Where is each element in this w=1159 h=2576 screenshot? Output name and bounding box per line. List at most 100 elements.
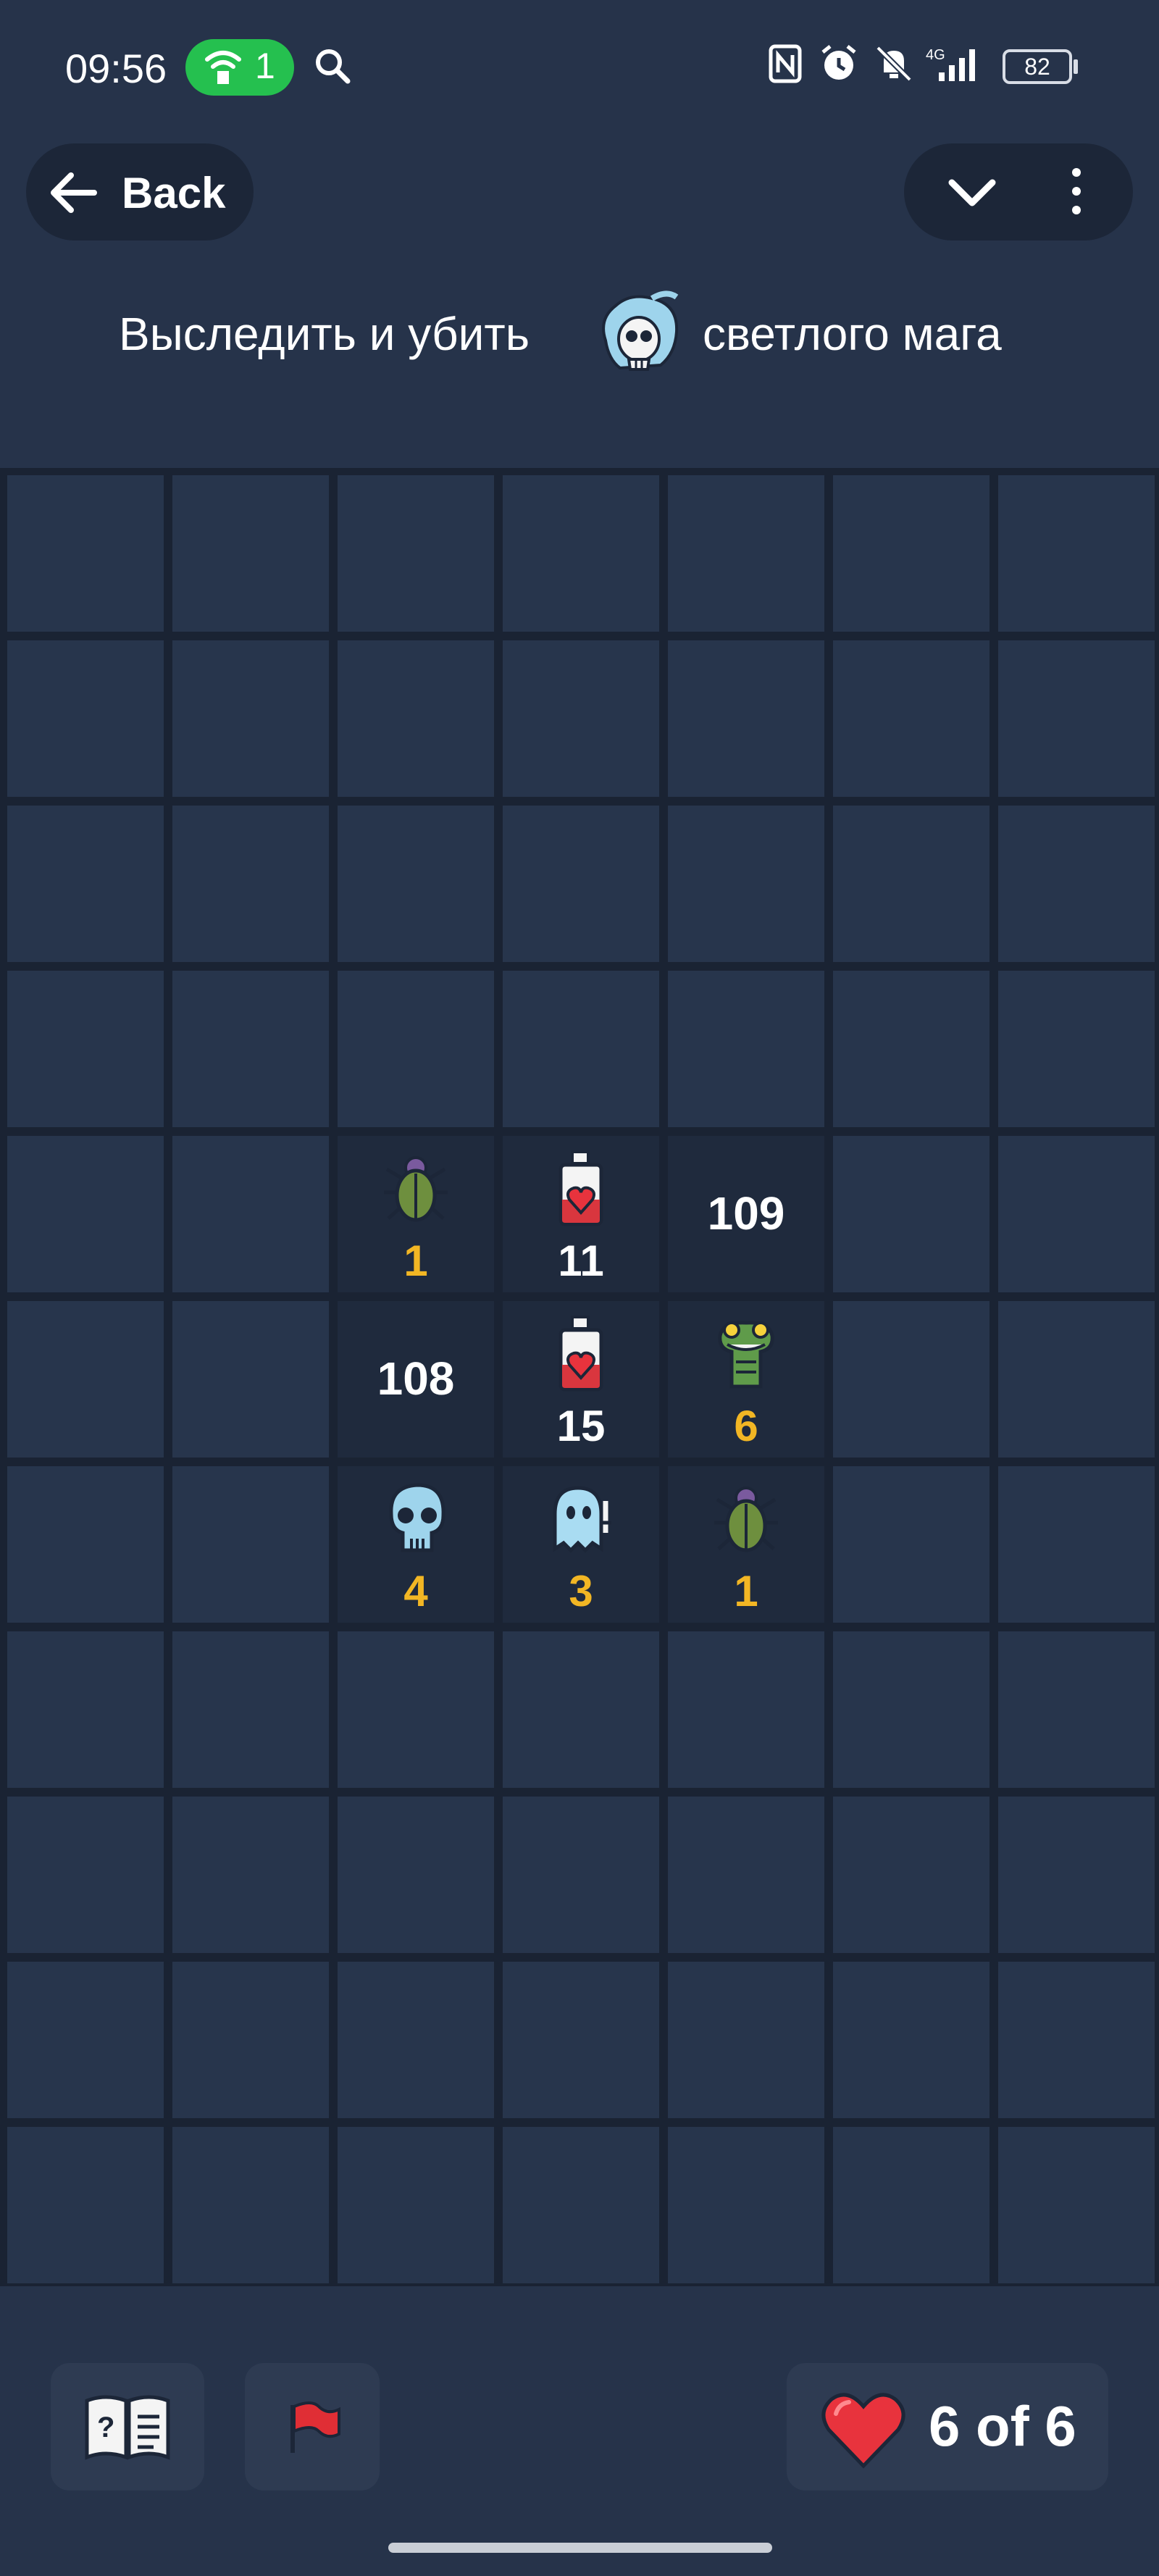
board-cell[interactable]: 3 [503,1466,659,1623]
more-options-icon[interactable] [1062,165,1091,219]
cell-value: 1 [403,1237,428,1285]
hotspot-icon [205,51,241,84]
board-cell[interactable] [833,1466,989,1623]
board-cell[interactable] [172,971,329,1127]
board-cell[interactable] [668,475,824,632]
board-cell[interactable] [503,971,659,1127]
board-cell[interactable] [172,640,329,797]
board-cell[interactable] [338,2127,494,2283]
board-cell[interactable] [7,1136,164,1292]
board-cell[interactable] [172,475,329,632]
board-cell[interactable] [998,2127,1155,2283]
rulebook-icon: ? [85,2395,170,2460]
board-cell[interactable] [833,640,989,797]
board-cell[interactable] [172,1962,329,2118]
board-cell[interactable] [503,1962,659,2118]
board-cell[interactable] [7,1301,164,1458]
board-cell[interactable] [998,1301,1155,1458]
board-cell[interactable] [668,2127,824,2283]
cell-value: 6 [734,1402,758,1450]
board-cell[interactable]: 1 [338,1136,494,1292]
menu-pill [904,143,1133,241]
mute-icon [876,46,912,82]
board-cell[interactable] [998,971,1155,1127]
board-cell[interactable] [338,475,494,632]
hotspot-badge: 1 [185,39,294,96]
board-cell[interactable] [7,1631,164,1788]
board-cell[interactable] [668,1962,824,2118]
board-cell[interactable] [668,640,824,797]
board-cell[interactable] [668,806,824,962]
board-cell[interactable] [998,640,1155,797]
board-cell[interactable] [833,971,989,1127]
battery-level: 82 [1024,54,1050,80]
board-cell[interactable] [833,475,989,632]
board-cell[interactable]: 6 [668,1301,824,1458]
board-cell[interactable] [998,1136,1155,1292]
board-cell[interactable] [503,2127,659,2283]
board-cell[interactable] [338,806,494,962]
board-cell[interactable]: 1 [668,1466,824,1623]
board-cell[interactable] [998,1962,1155,2118]
flag-button[interactable] [245,2363,380,2491]
board-cell[interactable] [998,1631,1155,1788]
board-cell[interactable] [503,1631,659,1788]
board-cell[interactable] [7,1962,164,2118]
board-cell[interactable] [668,1797,824,1953]
board-cell[interactable] [338,1797,494,1953]
board-cell[interactable]: 4 [338,1466,494,1623]
board-cell[interactable] [172,1136,329,1292]
board-cell[interactable] [172,806,329,962]
board-cell[interactable] [7,640,164,797]
board-cell[interactable] [172,1466,329,1623]
board-cell[interactable] [833,1962,989,2118]
chevron-down-icon[interactable] [946,174,998,212]
board-cell[interactable] [172,2127,329,2283]
board-cell[interactable] [503,806,659,962]
skull-icon [380,1479,452,1559]
board-cell[interactable]: 109 [668,1136,824,1292]
board-cell[interactable] [998,1466,1155,1623]
board-cell[interactable] [668,1631,824,1788]
back-label: Back [122,169,226,217]
board-cell[interactable] [833,2127,989,2283]
board-cell[interactable] [7,1466,164,1623]
board-cell[interactable] [833,806,989,962]
board-cell[interactable] [7,475,164,632]
board-cell[interactable] [833,1301,989,1458]
signal-icon: 4G [926,47,975,81]
cell-value: 3 [569,1567,593,1615]
health-potion-icon [545,1149,617,1229]
board-cell[interactable] [172,1631,329,1788]
health-potion-icon [545,1314,617,1394]
board-cell[interactable] [338,971,494,1127]
board-cell[interactable] [833,1631,989,1788]
board-cell[interactable]: 108 [338,1301,494,1458]
board-cell[interactable] [668,971,824,1127]
board-cell[interactable] [503,475,659,632]
board-cell[interactable] [833,1136,989,1292]
board-cell[interactable] [338,640,494,797]
board-cell[interactable] [7,971,164,1127]
board-cell[interactable] [998,1797,1155,1953]
board-cell[interactable] [172,1797,329,1953]
rulebook-button[interactable]: ? [51,2363,204,2491]
lizard-icon [710,1314,782,1394]
board-cell[interactable] [833,1797,989,1953]
board-cell[interactable] [503,1797,659,1953]
back-button[interactable]: Back [26,143,254,241]
board-cell[interactable] [7,1797,164,1953]
board-cell[interactable] [172,1301,329,1458]
game-board: 1 11 109 108 15 6 4 3 1 [0,468,1159,2286]
home-indicator[interactable] [388,2543,772,2553]
ghost-icon [545,1479,617,1559]
board-cell[interactable] [7,806,164,962]
board-cell[interactable] [7,2127,164,2283]
board-cell[interactable] [338,1631,494,1788]
board-cell[interactable] [998,475,1155,632]
board-cell[interactable]: 11 [503,1136,659,1292]
board-cell[interactable]: 15 [503,1301,659,1458]
board-cell[interactable] [338,1962,494,2118]
board-cell[interactable] [998,806,1155,962]
board-cell[interactable] [503,640,659,797]
